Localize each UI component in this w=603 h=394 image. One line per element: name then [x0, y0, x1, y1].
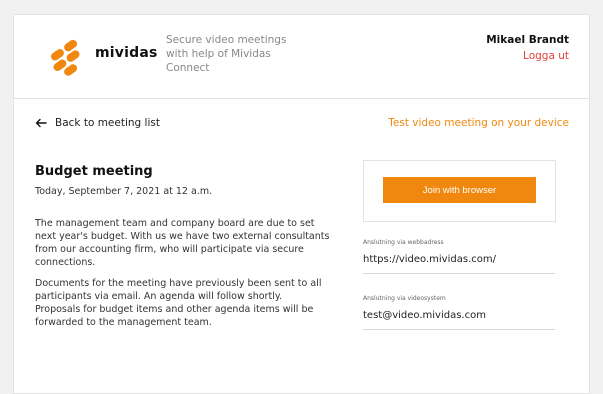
- web-address-label: Anslutning via webbadress: [363, 239, 444, 246]
- back-link-label: Back to meeting list: [55, 117, 160, 129]
- mividas-logo-icon: [51, 39, 80, 76]
- video-system-value[interactable]: test@video.mividas.com: [363, 310, 555, 330]
- meeting-card: mividas Secure video meetings with help …: [13, 14, 590, 394]
- meeting-description: The management team and company board ar…: [35, 218, 330, 268]
- join-browser-button[interactable]: Join with browser: [383, 177, 536, 203]
- tagline: Secure video meetings with help of Mivid…: [166, 34, 287, 74]
- logout-link[interactable]: Logga ut: [523, 50, 569, 62]
- meeting-documents-info: Documents for the meeting have previousl…: [35, 278, 322, 328]
- video-system-label: Anslutning via videosystem: [363, 295, 446, 302]
- arrow-left-icon: [35, 118, 47, 128]
- web-address-value[interactable]: https://video.mividas.com/: [363, 254, 555, 274]
- user-name: Mikael Brandt: [486, 34, 569, 46]
- header: mividas Secure video meetings with help …: [14, 15, 589, 99]
- mividas-logo[interactable]: mividas: [48, 37, 157, 77]
- meeting-date: Today, September 7, 2021 at 12 a.m.: [35, 186, 213, 197]
- back-link[interactable]: Back to meeting list: [35, 117, 160, 129]
- logo-text: mividas: [95, 45, 158, 61]
- join-panel: Join with browser: [363, 160, 556, 222]
- meeting-title: Budget meeting: [35, 164, 153, 179]
- test-video-link[interactable]: Test video meeting on your device: [388, 117, 569, 129]
